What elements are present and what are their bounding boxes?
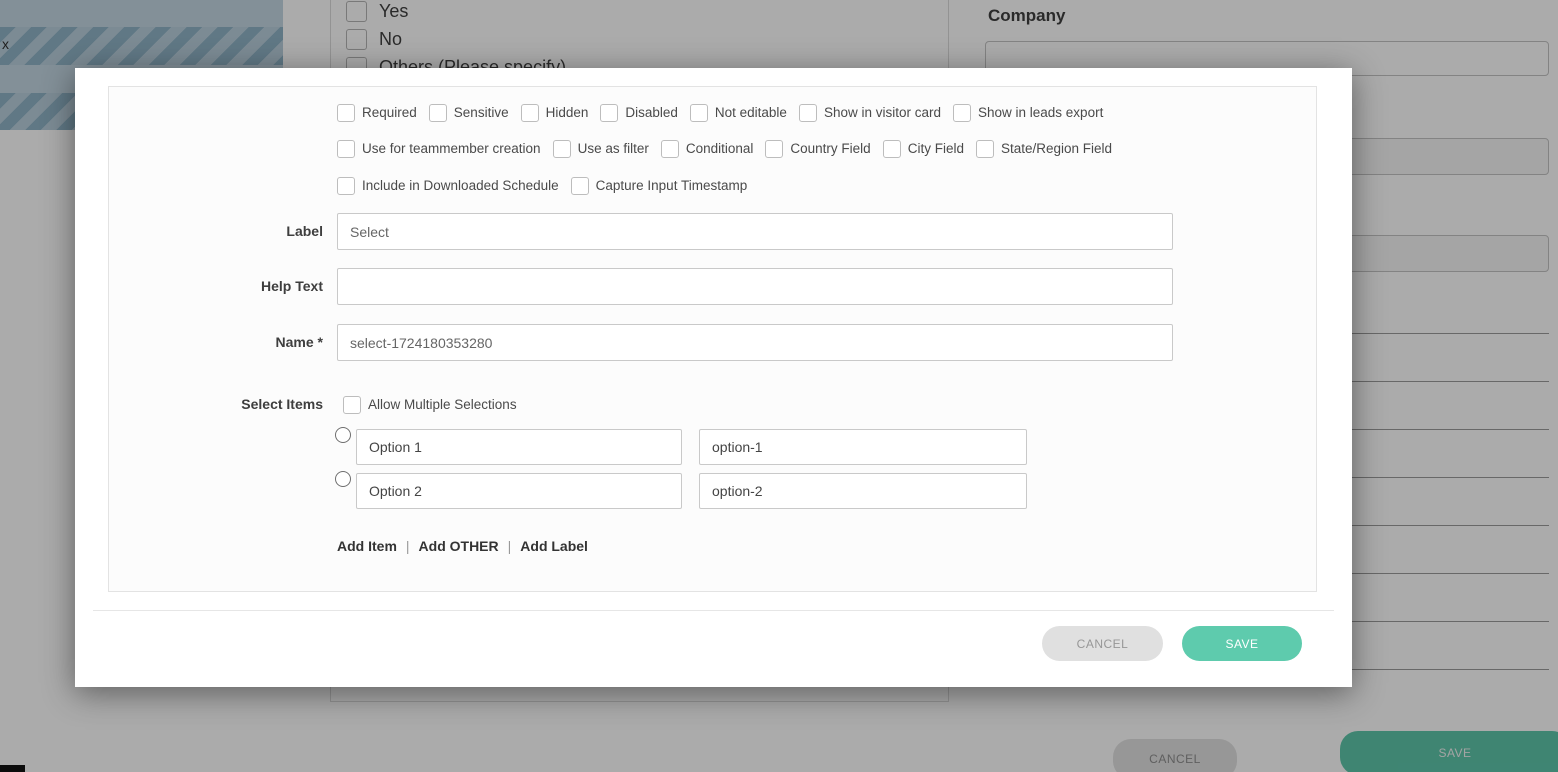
allow-multiple-row: Allow Multiple Selections (343, 395, 517, 414)
checkbox[interactable] (976, 140, 994, 158)
option-1-value-input[interactable] (699, 429, 1027, 465)
select-items-label: Select Items (109, 395, 323, 414)
checkbox[interactable] (429, 104, 447, 122)
field-settings-modal: Required Sensitive Hidden Disabled Not e… (75, 68, 1352, 687)
checkbox-label: Conditional (686, 141, 754, 156)
checkbox-label: Sensitive (454, 105, 509, 120)
option-1-label-input[interactable] (356, 429, 682, 465)
flag-conditional[interactable]: Conditional (661, 140, 754, 158)
flag-show-in-leads-export[interactable]: Show in leads export (953, 104, 1103, 122)
help-text-field-label: Help Text (109, 268, 323, 305)
add-other-link[interactable]: Add OTHER (419, 538, 499, 554)
checkbox-label: Country Field (790, 141, 870, 156)
help-text-input[interactable] (337, 268, 1173, 305)
checkbox[interactable] (343, 396, 361, 414)
cancel-button[interactable]: CANCEL (1042, 626, 1163, 661)
flag-country-field[interactable]: Country Field (765, 140, 870, 158)
flags-row-3: Include in Downloaded Schedule Capture I… (337, 176, 747, 195)
checkbox-label: Use for teammember creation (362, 141, 541, 156)
flag-capture-input-timestamp[interactable]: Capture Input Timestamp (571, 177, 748, 195)
checkbox[interactable] (600, 104, 618, 122)
checkbox-label: Disabled (625, 105, 678, 120)
allow-multiple-selections[interactable]: Allow Multiple Selections (343, 396, 517, 414)
checkbox-label: Use as filter (578, 141, 649, 156)
checkbox[interactable] (690, 104, 708, 122)
checkbox-label: City Field (908, 141, 964, 156)
flag-teammember-creation[interactable]: Use for teammember creation (337, 140, 541, 158)
modal-footer-divider (93, 610, 1334, 611)
flag-disabled[interactable]: Disabled (600, 104, 678, 122)
checkbox[interactable] (337, 140, 355, 158)
checkbox-label: Hidden (546, 105, 589, 120)
option-2-radio[interactable] (335, 471, 351, 487)
flag-hidden[interactable]: Hidden (521, 104, 589, 122)
field-settings-panel: Required Sensitive Hidden Disabled Not e… (108, 86, 1317, 592)
checkbox[interactable] (883, 140, 901, 158)
checkbox-label: State/Region Field (1001, 141, 1112, 156)
flag-use-as-filter[interactable]: Use as filter (553, 140, 649, 158)
flag-city-field[interactable]: City Field (883, 140, 964, 158)
name-field-label: Name * (109, 324, 323, 361)
flag-state-region-field[interactable]: State/Region Field (976, 140, 1112, 158)
option-2-value-input[interactable] (699, 473, 1027, 509)
flag-show-in-visitor-card[interactable]: Show in visitor card (799, 104, 941, 122)
flags-row-2: Use for teammember creation Use as filte… (337, 139, 1112, 158)
checkbox[interactable] (799, 104, 817, 122)
option-1-radio[interactable] (335, 427, 351, 443)
label-field-label: Label (109, 213, 323, 250)
flag-required[interactable]: Required (337, 104, 417, 122)
page: x Yes No Others (Please specify) Company (0, 0, 1558, 772)
flag-sensitive[interactable]: Sensitive (429, 104, 509, 122)
link-separator: | (406, 538, 410, 554)
checkbox-label: Allow Multiple Selections (368, 397, 517, 412)
add-label-link[interactable]: Add Label (520, 538, 588, 554)
checkbox-label: Capture Input Timestamp (596, 178, 748, 193)
flags-row-1: Required Sensitive Hidden Disabled Not e… (337, 103, 1103, 122)
checkbox[interactable] (765, 140, 783, 158)
checkbox-label: Not editable (715, 105, 787, 120)
add-item-link[interactable]: Add Item (337, 538, 397, 554)
checkbox[interactable] (571, 177, 589, 195)
checkbox[interactable] (553, 140, 571, 158)
label-input[interactable] (337, 213, 1173, 250)
checkbox[interactable] (661, 140, 679, 158)
checkbox-label: Show in leads export (978, 105, 1103, 120)
checkbox[interactable] (521, 104, 539, 122)
flag-not-editable[interactable]: Not editable (690, 104, 787, 122)
save-button[interactable]: SAVE (1182, 626, 1302, 661)
name-input[interactable] (337, 324, 1173, 361)
checkbox[interactable] (953, 104, 971, 122)
checkbox-label: Show in visitor card (824, 105, 941, 120)
checkbox-label: Required (362, 105, 417, 120)
flag-include-downloaded-schedule[interactable]: Include in Downloaded Schedule (337, 177, 559, 195)
option-actions: Add Item | Add OTHER | Add Label (337, 538, 588, 554)
checkbox[interactable] (337, 104, 355, 122)
checkbox[interactable] (337, 177, 355, 195)
link-separator: | (508, 538, 512, 554)
checkbox-label: Include in Downloaded Schedule (362, 178, 559, 193)
option-2-label-input[interactable] (356, 473, 682, 509)
